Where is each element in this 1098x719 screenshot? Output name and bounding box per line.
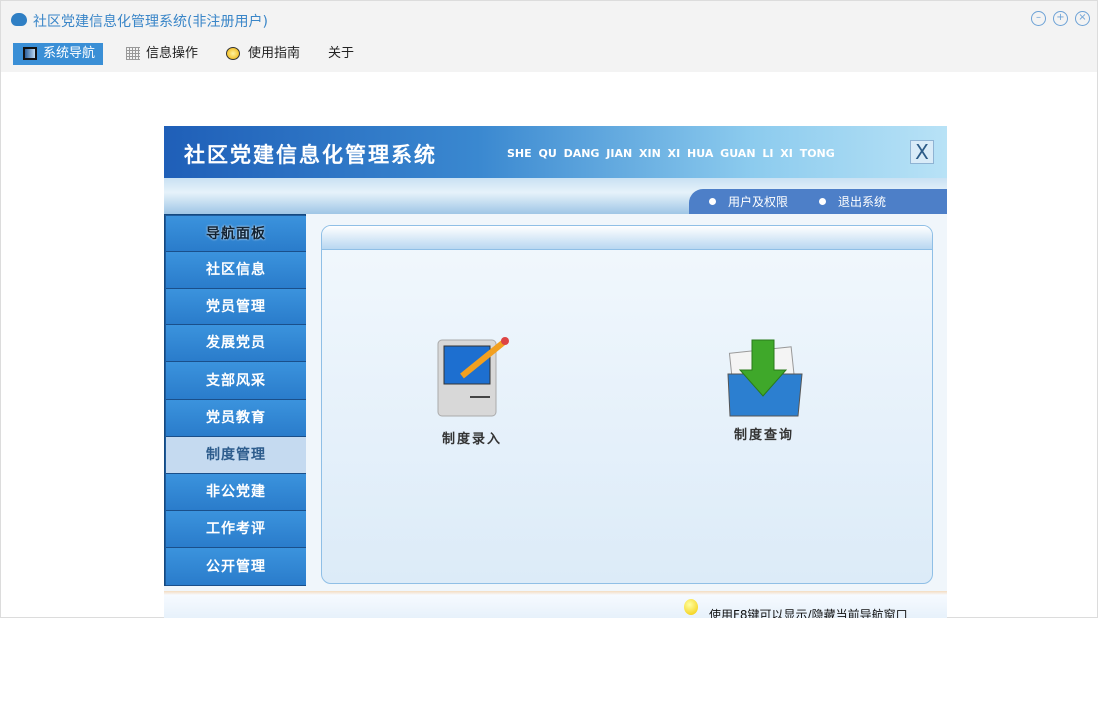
sidebar: 导航面板 社区信息 党员管理 发展党员 支部风采 党员教育 制度管理 非公党建 … xyxy=(164,214,306,586)
computer-pencil-icon xyxy=(437,337,509,417)
app-pinyin: SHE QU DANG JIAN XIN XI HUA GUAN LI XI T… xyxy=(507,147,835,160)
lightbulb-icon xyxy=(684,599,698,615)
app-close-button[interactable]: X xyxy=(910,140,934,164)
sidebar-item-evaluation[interactable]: 工作考评 xyxy=(166,511,306,548)
app-frame: 社区党建信息化管理系统 SHE QU DANG JIAN XIN XI HUA … xyxy=(164,126,947,618)
menu-label: 使用指南 xyxy=(248,46,301,61)
menu-label: 系统导航 xyxy=(43,46,96,61)
menu-guide[interactable]: 使用指南 xyxy=(218,43,300,65)
app-logo-icon xyxy=(11,13,27,26)
sidebar-item-nonpublic[interactable]: 非公党建 xyxy=(166,474,306,511)
sidebar-item-develop[interactable]: 发展党员 xyxy=(166,325,306,362)
window-title: 社区党建信息化管理系统(非注册用户) xyxy=(33,14,268,30)
regulation-query-button[interactable]: 制度查询 xyxy=(714,336,814,443)
app-title: 社区党建信息化管理系统 xyxy=(184,143,437,167)
sidebar-item-public[interactable]: 公开管理 xyxy=(166,548,306,586)
banner: 社区党建信息化管理系统 SHE QU DANG JIAN XIN XI HUA … xyxy=(164,126,947,178)
regulation-entry-label: 制度录入 xyxy=(441,432,502,447)
app-window: 社区党建信息化管理系统(非注册用户) – + × 系统导航 信息操作 使用指南 … xyxy=(0,0,1098,618)
sidebar-item-community[interactable]: 社区信息 xyxy=(166,252,306,289)
sidebar-item-education[interactable]: 党员教育 xyxy=(166,400,306,437)
folder-download-icon xyxy=(727,339,803,417)
monitor-icon xyxy=(23,47,37,60)
sidebar-item-branch[interactable]: 支部风采 xyxy=(166,362,306,400)
sidebar-item-members[interactable]: 党员管理 xyxy=(166,289,306,325)
close-icon[interactable]: × xyxy=(1075,11,1090,26)
menu-bar: 系统导航 信息操作 使用指南 关于 xyxy=(1,39,1097,72)
f8-hint-text: 使用F8键可以显示/隐藏当前导航窗口 xyxy=(709,608,908,618)
menu-label: 关于 xyxy=(328,46,355,61)
sidebar-header: 导航面板 xyxy=(166,216,306,252)
help-icon xyxy=(226,47,240,60)
minimize-icon[interactable]: – xyxy=(1031,11,1046,26)
menu-system-nav[interactable]: 系统导航 xyxy=(13,43,104,65)
menu-about[interactable]: 关于 xyxy=(306,43,354,65)
title-bar: 社区党建信息化管理系统(非注册用户) – + × xyxy=(1,1,1097,39)
menu-label: 信息操作 xyxy=(146,46,199,61)
grid-icon xyxy=(126,47,140,60)
menu-info-ops[interactable]: 信息操作 xyxy=(116,43,198,65)
content-panel: 制度录入 制度查询 xyxy=(321,225,933,584)
panel-header xyxy=(322,226,932,250)
regulation-query-label: 制度查询 xyxy=(733,428,794,443)
status-footer: 使用F8键可以显示/隐藏当前导航窗口 xyxy=(164,591,947,618)
maximize-icon[interactable]: + xyxy=(1053,11,1068,26)
users-permissions-link[interactable]: 用户及权限 xyxy=(709,193,788,210)
exit-system-link[interactable]: 退出系统 xyxy=(819,193,886,210)
regulation-entry-button[interactable]: 制度录入 xyxy=(422,336,522,447)
sidebar-item-regulations[interactable]: 制度管理 xyxy=(166,437,306,474)
